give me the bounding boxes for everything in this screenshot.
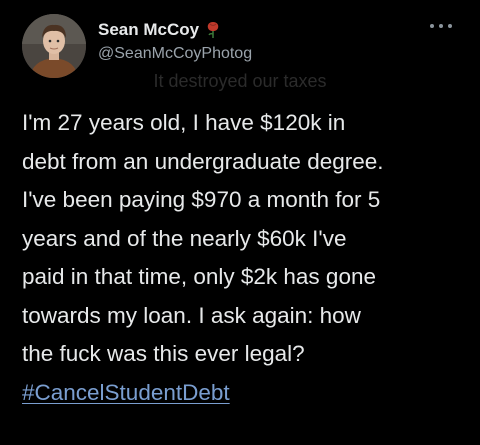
- more-dot: [448, 24, 452, 28]
- avatar[interactable]: [22, 14, 86, 78]
- tweet-header: Sean McCoy @SeanMcCoyPhotog: [22, 14, 458, 78]
- handle[interactable]: @SeanMcCoyPhotog: [98, 45, 252, 63]
- avatar-image: [22, 14, 86, 78]
- rose-icon: [205, 21, 221, 39]
- display-name-row: Sean McCoy: [98, 18, 252, 42]
- hashtag-link[interactable]: #CancelStudentDebt: [22, 374, 467, 413]
- tweet-body-line: paid in that time, only $2k has gone: [22, 264, 376, 289]
- tweet-body: I'm 27 years old, I have $120k in debt f…: [22, 104, 467, 412]
- tweet-body-line: years and of the nearly $60k I've: [22, 225, 347, 251]
- more-dot: [439, 24, 443, 28]
- author-names: Sean McCoy @SeanMcCoyPhotog: [98, 18, 252, 63]
- tweet-body-line: debt from an undergraduate degree.: [22, 148, 384, 174]
- watermark-text: It destroyed our taxes: [153, 71, 327, 91]
- display-name[interactable]: Sean McCoy: [98, 20, 199, 40]
- tweet-body-line: the fuck was this ever legal?: [22, 341, 305, 366]
- more-dot: [430, 24, 434, 28]
- tweet: Sean McCoy @SeanMcCoyPhotog It destroyed…: [0, 0, 480, 445]
- tweet-body-line: towards my loan. I ask again: how: [22, 302, 361, 328]
- tweet-body-line: I've been paying $970 a month for 5: [22, 187, 381, 212]
- more-icon[interactable]: [430, 20, 452, 32]
- tweet-body-line: I'm 27 years old, I have $120k in: [22, 110, 346, 135]
